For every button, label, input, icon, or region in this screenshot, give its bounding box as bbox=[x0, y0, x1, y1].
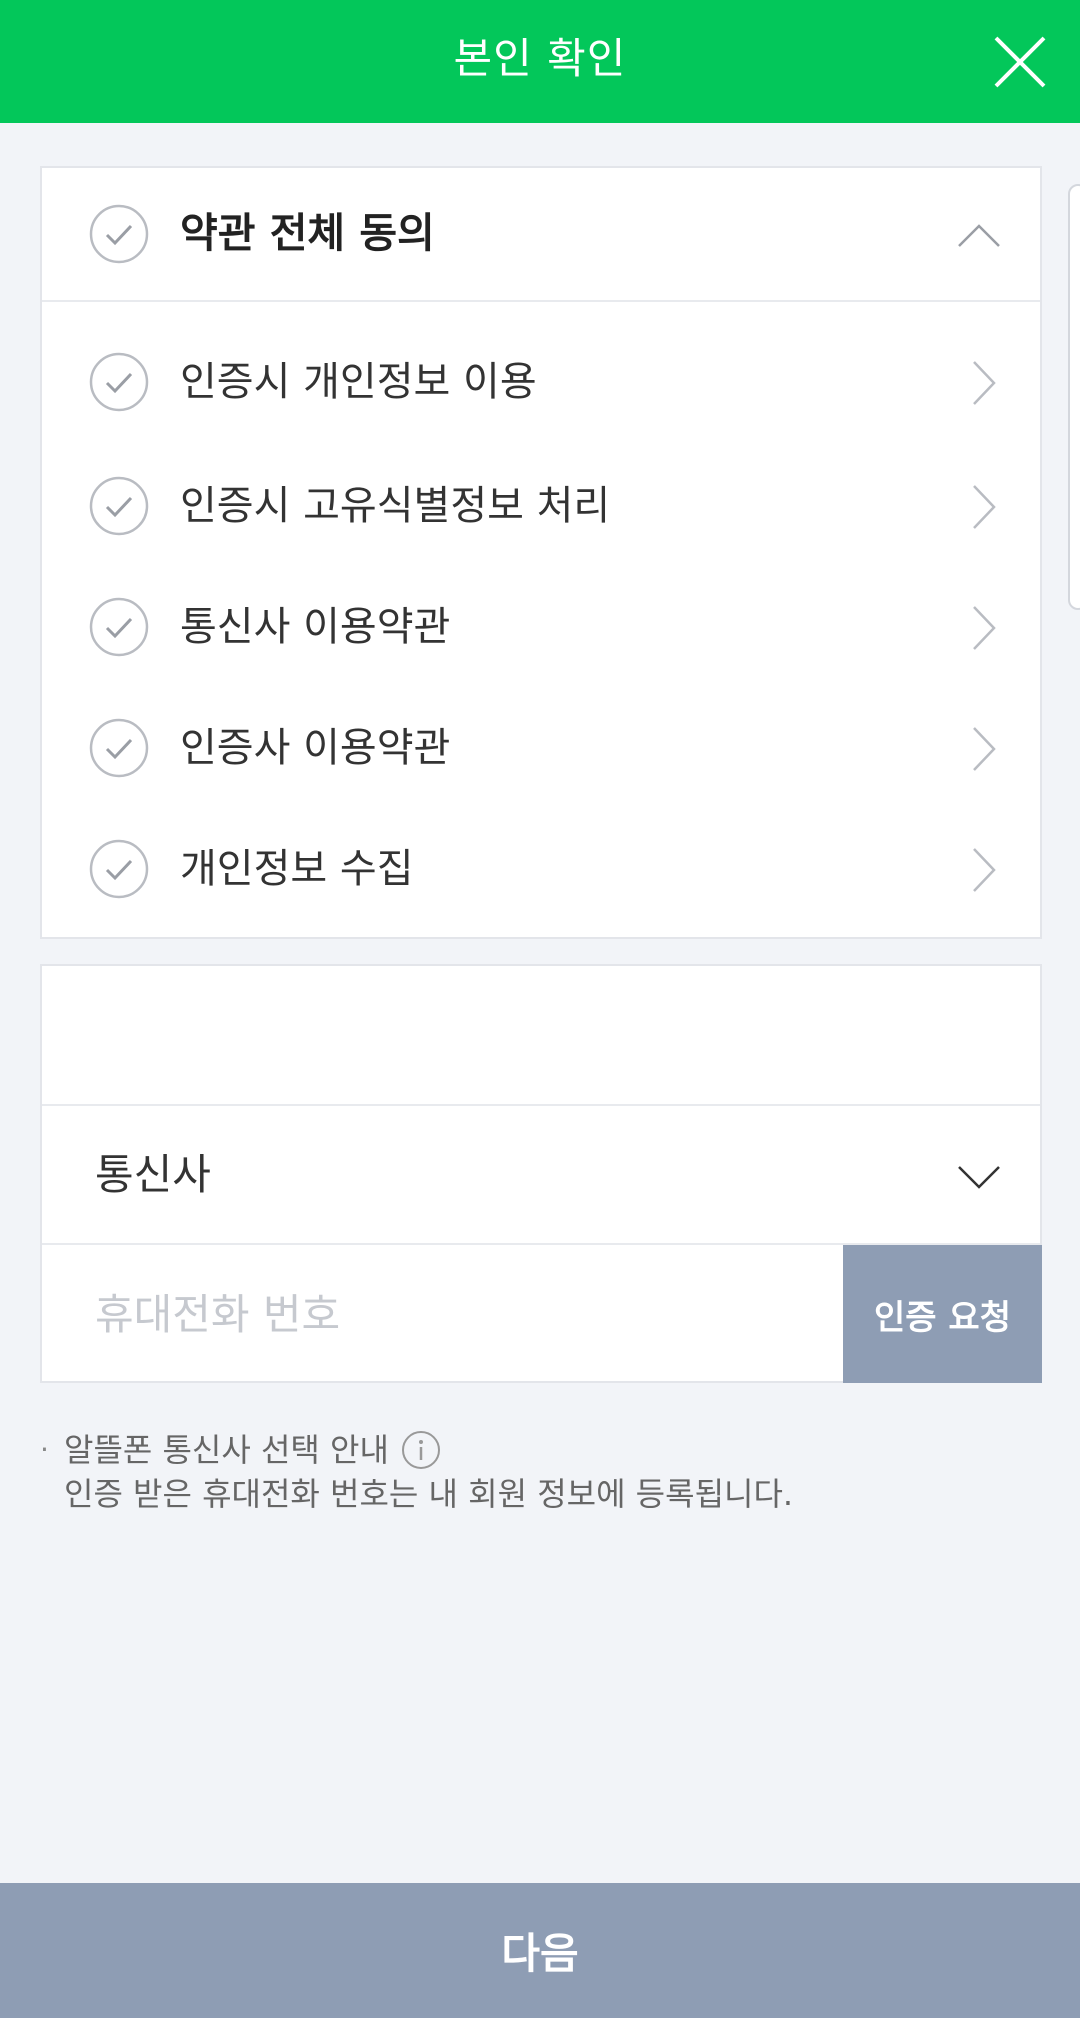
terms-item-personal-info-use[interactable]: 인증시 개인정보 이용 bbox=[42, 302, 1040, 446]
check-circle-icon[interactable] bbox=[89, 597, 149, 657]
chevron-up-icon[interactable] bbox=[956, 212, 1002, 258]
terms-item-label: 인증시 고유식별정보 처리 bbox=[180, 483, 611, 529]
info-icon[interactable] bbox=[401, 1430, 441, 1470]
phone-row: 인증 요청 bbox=[42, 1245, 1042, 1383]
check-circle-icon[interactable] bbox=[89, 718, 149, 778]
identity-verification-page: 본인 확인 약관 전체 동의 인증시 개인정보 이용 인증시 고유식별정보 처리… bbox=[0, 0, 1080, 2018]
chevron-right-icon[interactable] bbox=[968, 482, 998, 532]
terms-card: 약관 전체 동의 인증시 개인정보 이용 인증시 고유식별정보 처리 통신사 이… bbox=[40, 166, 1042, 939]
carrier-select[interactable]: 통신사 bbox=[42, 1106, 1040, 1245]
mvno-guide-line: 알뜰폰 통신사 선택 안내 bbox=[64, 1428, 441, 1472]
terms-item-label: 인증사 이용약관 bbox=[180, 725, 451, 771]
terms-item-carrier-terms[interactable]: 통신사 이용약관 bbox=[42, 567, 1040, 688]
agree-all-label: 약관 전체 동의 bbox=[180, 209, 435, 257]
page-title: 본인 확인 bbox=[453, 34, 627, 83]
chevron-down-icon bbox=[958, 1166, 1000, 1189]
check-circle-icon[interactable] bbox=[89, 839, 149, 899]
carrier-label: 통신사 bbox=[95, 1150, 211, 1199]
check-circle-icon[interactable] bbox=[89, 476, 149, 536]
terms-item-label: 인증시 개인정보 이용 bbox=[180, 359, 537, 405]
side-panel-edge bbox=[1068, 184, 1080, 610]
close-icon bbox=[994, 36, 1046, 87]
agree-all-row[interactable]: 약관 전체 동의 bbox=[42, 168, 1040, 302]
phone-verification-card: 통신사 인증 요청 bbox=[40, 964, 1042, 1383]
chevron-right-icon[interactable] bbox=[968, 358, 998, 408]
registration-notice: 인증 받은 휴대전화 번호는 내 회원 정보에 등록됩니다. bbox=[64, 1475, 794, 1513]
header-bar: 본인 확인 bbox=[0, 0, 1080, 123]
blank-field bbox=[42, 966, 1040, 1106]
terms-item-unique-id-processing[interactable]: 인증시 고유식별정보 처리 bbox=[42, 446, 1040, 567]
phone-number-input[interactable] bbox=[42, 1245, 843, 1383]
request-verification-button[interactable]: 인증 요청 bbox=[843, 1245, 1042, 1383]
check-circle-icon[interactable] bbox=[89, 352, 149, 412]
terms-item-personal-info-collection[interactable]: 개인정보 수집 bbox=[42, 809, 1040, 930]
check-circle-icon[interactable] bbox=[89, 204, 149, 264]
notice-bullet: · bbox=[40, 1433, 49, 1466]
terms-list: 인증시 개인정보 이용 인증시 고유식별정보 처리 통신사 이용약관 인증사 이… bbox=[42, 302, 1040, 930]
terms-item-label: 통신사 이용약관 bbox=[180, 604, 451, 650]
terms-item-label: 개인정보 수집 bbox=[180, 846, 414, 892]
terms-item-certifier-terms[interactable]: 인증사 이용약관 bbox=[42, 688, 1040, 809]
chevron-right-icon[interactable] bbox=[968, 724, 998, 774]
chevron-right-icon[interactable] bbox=[968, 603, 998, 653]
chevron-right-icon[interactable] bbox=[968, 845, 998, 895]
close-button[interactable] bbox=[960, 0, 1080, 123]
mvno-guide-label: 알뜰폰 통신사 선택 안내 bbox=[64, 1431, 389, 1469]
next-button[interactable]: 다음 bbox=[0, 1883, 1080, 2018]
